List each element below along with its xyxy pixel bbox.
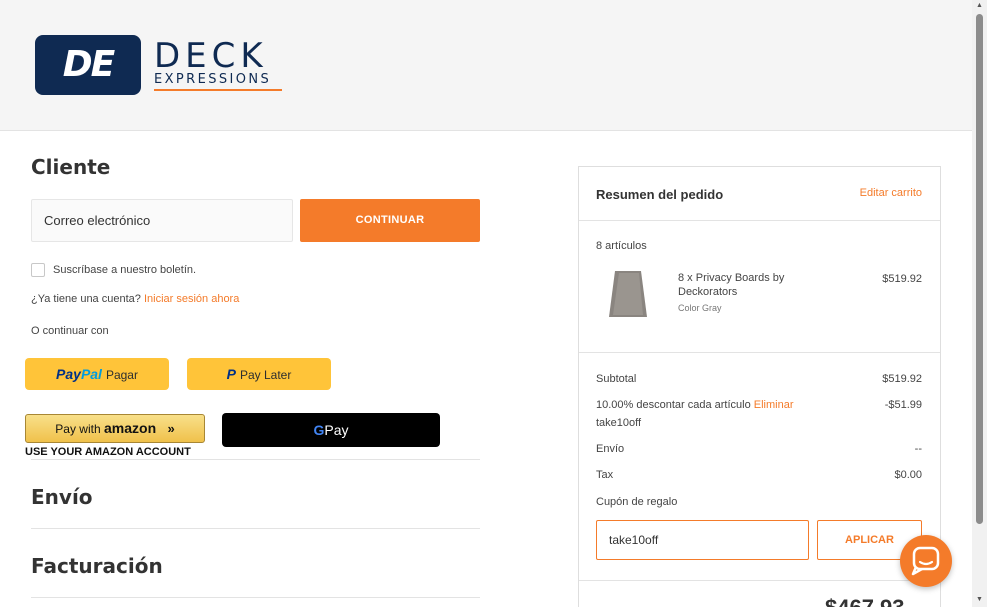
summary-divider (579, 352, 940, 353)
discount-line: 10.00% descontar cada artículo Eliminar (596, 399, 794, 411)
paypal-brand-pal: Pal (80, 366, 102, 382)
signin-link[interactable]: Iniciar sesión ahora (144, 293, 239, 305)
scrollbar-thumb[interactable] (976, 14, 983, 524)
summary-title: Resumen del pedido (596, 187, 724, 202)
gift-coupon-toggle[interactable]: Cupón de regalo (596, 496, 677, 508)
logo-underline (154, 89, 282, 91)
order-summary: Resumen del pedido Editar carrito 8 artí… (578, 166, 941, 607)
amazon-pay-button[interactable]: Pay with amazon » (25, 414, 205, 443)
product-thumbnail (609, 271, 647, 317)
paypal-p-icon: P (226, 366, 236, 382)
shipping-heading[interactable]: Envío (31, 485, 93, 509)
tax-value: $0.00 (894, 469, 922, 481)
paylater-button[interactable]: P Pay Later (187, 358, 331, 390)
order-total-value: $467.93 (825, 595, 905, 607)
logo-mark-text: DE (62, 44, 115, 85)
chevron-double-right-icon: » (167, 421, 175, 436)
newsletter-label: Suscríbase a nuestro boletín. (53, 264, 197, 276)
summary-divider (579, 580, 940, 581)
remove-discount-link[interactable]: Eliminar (754, 399, 794, 411)
shipping-value: -- (914, 443, 922, 455)
scroll-up-icon[interactable]: ▲ (975, 2, 984, 9)
or-continue-label: O continuar con (31, 325, 109, 337)
email-placeholder: Correo electrónico (44, 213, 151, 228)
chat-launcher-button[interactable] (900, 535, 952, 587)
product-name: 8 x Privacy Boards by Deckorators (678, 272, 785, 298)
discount-value: -$51.99 (884, 399, 922, 411)
subtotal-label: Subtotal (596, 373, 637, 385)
amazon-subtitle: USE YOUR AMAZON ACCOUNT (25, 446, 191, 458)
tax-label: Tax (596, 469, 614, 481)
summary-divider (579, 220, 940, 221)
newsletter-checkbox[interactable] (31, 263, 45, 277)
section-divider (31, 459, 480, 460)
section-divider (31, 528, 480, 529)
account-question: ¿Ya tiene una cuenta? (31, 293, 141, 305)
amazon-brand: amazon (104, 420, 157, 436)
chat-bubble-icon (911, 546, 940, 576)
paylater-label: Pay Later (239, 368, 292, 382)
site-header: DE DECK EXPRESSIONS (0, 0, 972, 131)
paypal-label: Pagar (105, 368, 138, 382)
google-pay-button[interactable]: GPay (222, 413, 440, 447)
section-divider (31, 597, 480, 598)
gpay-label: Pay (324, 422, 349, 438)
product-price: $519.92 (882, 273, 922, 285)
billing-heading[interactable]: Facturación (31, 554, 163, 578)
item-count: 8 artículos (596, 240, 647, 252)
product-color: Color Gray (678, 303, 722, 313)
account-prompt: ¿Ya tiene una cuenta? Iniciar sesión aho… (31, 293, 239, 305)
customer-heading: Cliente (31, 155, 111, 179)
paypal-brand-pay: Pay (56, 366, 81, 382)
page-scrollbar[interactable]: ▲ ▼ (972, 0, 987, 607)
amazon-prefix: Pay with (55, 422, 101, 436)
scroll-down-icon[interactable]: ▼ (975, 596, 984, 603)
continue-button[interactable]: CONTINUAR (300, 199, 480, 242)
discount-label: 10.00% descontar cada artículo (596, 399, 751, 411)
edit-cart-link[interactable]: Editar carrito (860, 187, 922, 199)
email-field[interactable]: Correo electrónico (31, 199, 293, 242)
coupon-value: take10off (609, 533, 659, 547)
subtotal-value: $519.92 (882, 373, 922, 385)
shipping-label: Envío (596, 443, 625, 455)
logo-subtitle: EXPRESSIONS (154, 72, 272, 87)
google-g-icon: G (313, 422, 325, 438)
logo-mark[interactable]: DE (35, 35, 141, 95)
logo-name[interactable]: DECK (154, 38, 268, 74)
discount-code: take10off (596, 417, 642, 429)
paypal-button[interactable]: PayPal Pagar (25, 358, 169, 390)
coupon-input[interactable]: take10off (596, 520, 809, 560)
